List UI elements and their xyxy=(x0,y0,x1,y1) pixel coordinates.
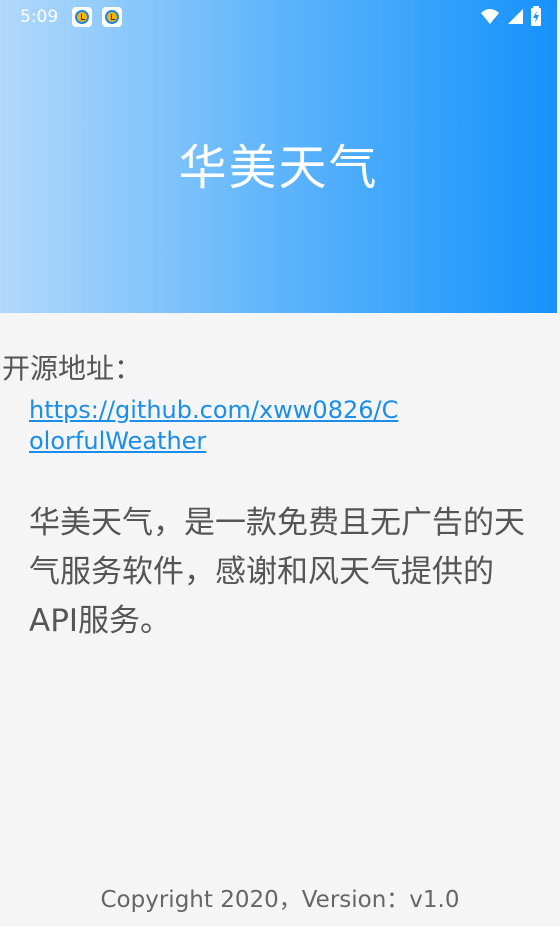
copyright-text: Copyright 2020，Version：v1.0 xyxy=(100,887,460,913)
app-title: 华美天气 xyxy=(178,140,379,196)
battery-icon xyxy=(531,6,541,26)
status-time: 5:09 xyxy=(20,7,59,27)
svg-text:x: x xyxy=(493,17,497,25)
alarm-icon xyxy=(102,7,122,27)
app-description: 华美天气，是一款免费且无广告的天气服务软件，感谢和风天气提供的API服务。 xyxy=(29,505,525,639)
signal-icon xyxy=(508,9,523,24)
source-label: 开源地址： xyxy=(2,352,143,385)
header-banner: 5:09 x 华美天气 xyxy=(0,0,557,313)
wifi-icon: x xyxy=(481,9,499,25)
repo-link[interactable]: https://github.com/xww0826/ColorfulWeath… xyxy=(29,395,409,457)
status-bar: 5:09 x xyxy=(0,0,560,34)
alarm-icon xyxy=(72,7,92,27)
